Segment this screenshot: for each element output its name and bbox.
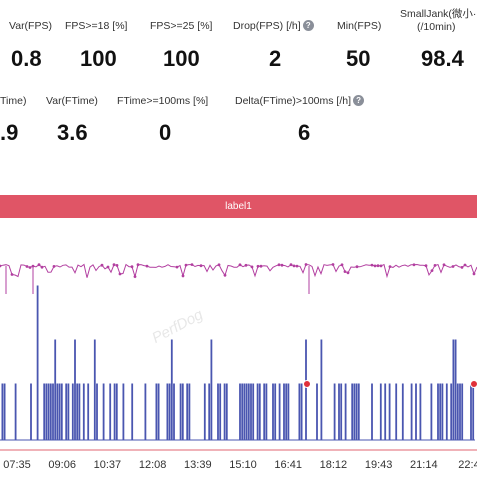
stat-label-smalljank-unit: (/10min)	[417, 21, 456, 33]
fps-point	[181, 274, 185, 278]
fps-point	[136, 263, 140, 267]
fps-ftime-chart[interactable]: 07:35 09:06 10:37 12:08 13:39 15:10 16:41 18:12…	[0, 230, 477, 477]
stat-label-ftime-100: FTime>=100ms [%]	[117, 95, 209, 107]
label-bar[interactable]: label1	[0, 195, 477, 218]
stat-value-drop-fps: 2	[269, 46, 282, 71]
fps-point	[130, 265, 134, 269]
stat-value-min-fps: 50	[346, 46, 371, 71]
fps-point	[472, 272, 476, 276]
fps-point	[277, 263, 281, 267]
fps-point	[52, 265, 56, 268]
stat-value-fps-25: 100	[163, 46, 200, 71]
fps-point	[331, 263, 335, 266]
x-tick-label: 09:06	[48, 459, 76, 471]
stat-value-var-fps: 0.8	[11, 46, 42, 71]
fps-point	[190, 263, 194, 266]
stat-label-ftime: Time)	[0, 95, 27, 107]
x-tick-label: 13:39	[184, 459, 212, 471]
fps-point	[442, 263, 446, 267]
fps-point	[37, 263, 41, 267]
fps-point	[292, 264, 296, 268]
x-tick-label: 07:35	[3, 459, 31, 471]
fps-point	[451, 265, 455, 268]
fps-point	[115, 264, 119, 267]
help-icon[interactable]: ?	[353, 95, 365, 106]
x-tick-label: 15:10	[229, 459, 257, 471]
fps-point	[295, 264, 299, 268]
fps-point	[304, 263, 308, 266]
stat-label-delta-ftime: Delta(FTime)>100ms [/h]?	[235, 95, 365, 107]
fps-point	[343, 270, 347, 273]
x-tick-label: 12:08	[139, 459, 167, 471]
fps-point	[175, 265, 179, 269]
x-tick-label: 18:12	[320, 459, 348, 471]
stat-value-var-ftime: 3.6	[57, 120, 88, 145]
fps-point	[0, 264, 2, 268]
fps-point	[388, 265, 392, 268]
fps-point	[430, 269, 434, 272]
fps-point	[133, 275, 137, 278]
fps-point	[259, 264, 263, 268]
ftime-series	[0, 285, 475, 441]
fps-point	[199, 264, 203, 268]
x-tick-label: 21:14	[410, 459, 438, 471]
fps-line	[0, 263, 477, 279]
fps-point	[25, 265, 29, 268]
stat-value-delta-ftime: 6	[298, 120, 311, 145]
fps-point	[355, 265, 359, 269]
stat-value-smalljank: 98.4	[421, 46, 464, 71]
fps-point	[379, 264, 383, 268]
fps-point	[250, 265, 254, 269]
x-tick-label: 10:37	[94, 459, 122, 471]
x-tick-label: 19:43	[365, 459, 393, 471]
x-axis-ticks: 07:35 09:06 10:37 12:08 13:39 15:10 16:41 18:12…	[3, 459, 477, 471]
stat-label-var-fps: Var(FPS)	[9, 20, 52, 32]
fps-point	[412, 263, 416, 267]
fps-point	[10, 273, 14, 276]
fps-series	[0, 263, 477, 294]
jank-marker[interactable]	[470, 380, 477, 388]
fps-point	[424, 264, 428, 268]
ftime-line	[0, 285, 475, 441]
stat-label-smalljank: SmallJank(微小·	[400, 8, 477, 20]
fps-point	[145, 264, 149, 268]
fps-point	[118, 272, 122, 276]
fps-point	[340, 263, 344, 267]
x-tick-label: 16:41	[274, 459, 302, 471]
stat-value-ftime-100: 0	[159, 120, 172, 145]
fps-point	[289, 263, 293, 267]
fps-point	[280, 263, 284, 267]
stat-label-min-fps: Min(FPS)	[337, 20, 382, 32]
fps-point	[370, 263, 374, 267]
jank-marker[interactable]	[303, 380, 311, 388]
fps-point	[100, 263, 104, 267]
fps-point	[238, 263, 242, 267]
fps-point	[460, 266, 464, 269]
fps-point	[28, 266, 32, 269]
fps-point	[373, 264, 377, 268]
fps-point	[40, 265, 44, 269]
x-tick-label: 22:4	[458, 459, 477, 471]
fps-point	[184, 263, 188, 267]
fps-point	[112, 263, 116, 267]
fps-point	[217, 263, 221, 267]
stat-label-var-ftime: Var(FTime)	[46, 95, 98, 107]
fps-point	[376, 264, 380, 268]
stat-label-fps-25: FPS>=25 [%]	[150, 20, 213, 32]
help-icon[interactable]: ?	[302, 20, 314, 31]
fps-point	[433, 264, 437, 267]
fps-point	[244, 263, 248, 267]
fps-point	[256, 264, 260, 268]
fps-point	[463, 263, 467, 267]
stat-label-drop-fps: Drop(FPS) [/h]?	[233, 20, 314, 32]
fps-point	[346, 271, 350, 275]
fps-point	[106, 265, 110, 269]
stat-value-fps-18: 100	[80, 46, 117, 71]
stat-value-ftime: .9	[0, 120, 19, 145]
fps-point	[223, 273, 227, 277]
stat-label-fps-18: FPS>=18 [%]	[65, 20, 128, 32]
